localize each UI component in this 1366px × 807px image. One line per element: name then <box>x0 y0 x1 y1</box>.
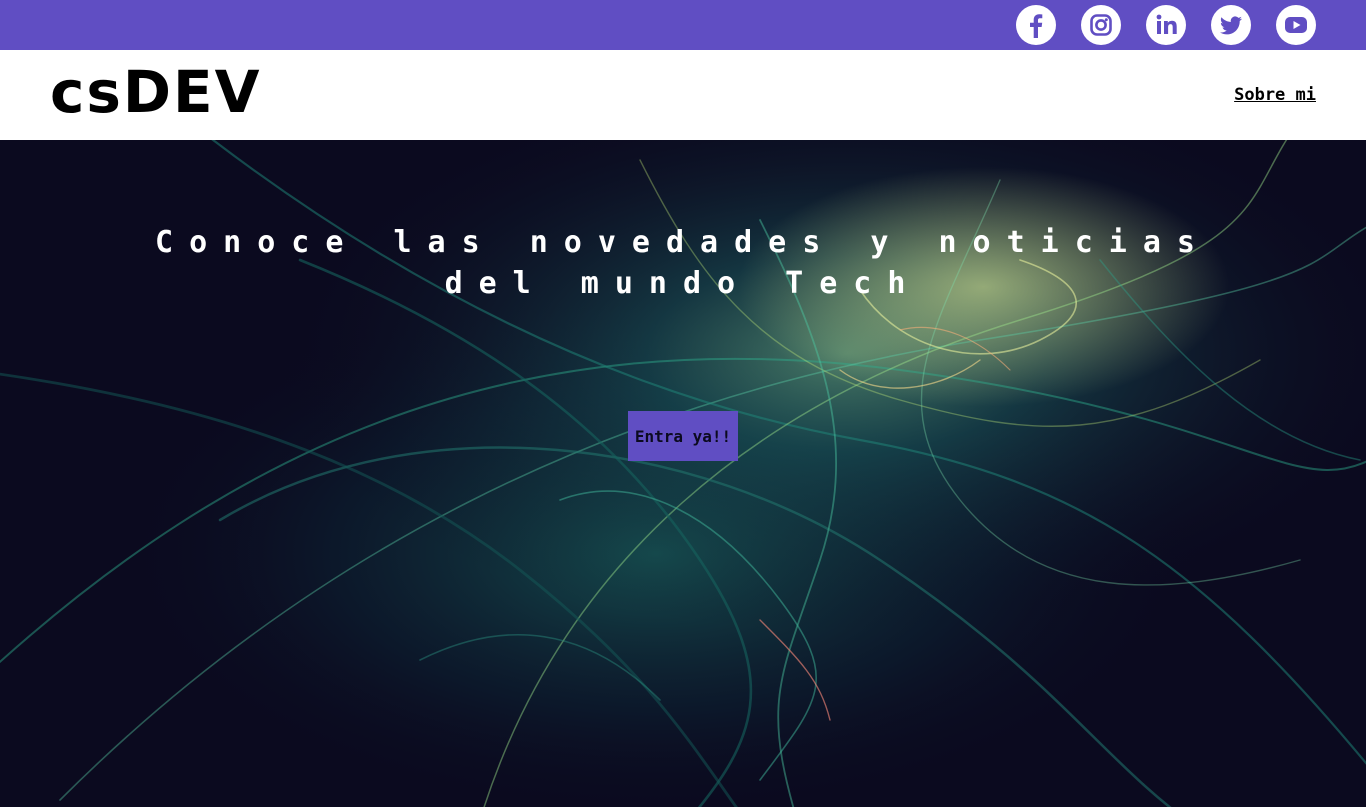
youtube-link[interactable] <box>1276 5 1316 45</box>
twitter-link[interactable] <box>1211 5 1251 45</box>
facebook-link[interactable] <box>1016 5 1056 45</box>
hero-title: Conoce las novedades y noticias del mund… <box>0 222 1366 304</box>
facebook-icon <box>1030 14 1043 38</box>
hero-title-line-2: del mundo Tech <box>444 266 922 301</box>
twitter-icon <box>1220 16 1242 35</box>
site-logo[interactable]: csDEV <box>50 63 262 121</box>
nav-link-about[interactable]: Sobre mi <box>1234 85 1316 105</box>
instagram-link[interactable] <box>1081 5 1121 45</box>
instagram-icon <box>1090 14 1112 36</box>
hero-title-line-1: Conoce las novedades y noticias <box>155 225 1211 260</box>
hero-section: Conoce las novedades y noticias del mund… <box>0 140 1366 807</box>
enter-button[interactable]: Entra ya!! <box>628 411 738 461</box>
youtube-icon <box>1285 17 1307 33</box>
social-bar <box>0 0 1366 50</box>
site-header: csDEV Sobre mi <box>0 50 1366 140</box>
linkedin-link[interactable] <box>1146 5 1186 45</box>
linkedin-icon <box>1156 14 1177 34</box>
